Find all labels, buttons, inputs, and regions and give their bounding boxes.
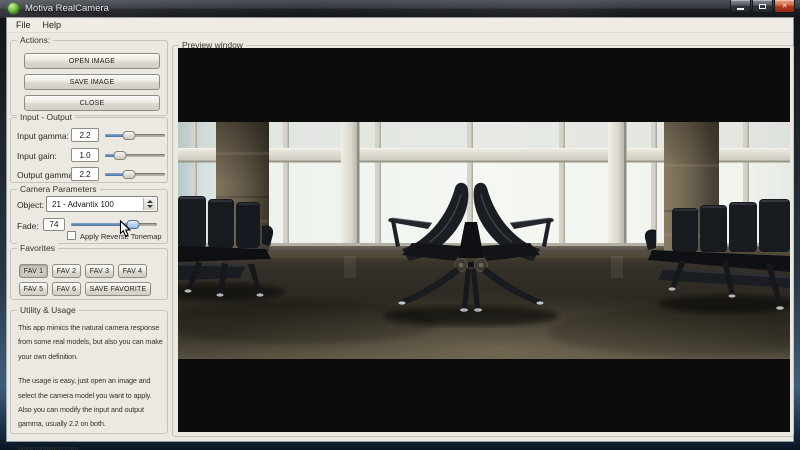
- slider-handle[interactable]: [114, 151, 127, 160]
- fade-field[interactable]: 74: [43, 218, 65, 231]
- output-gamma-label: Output gamma:: [17, 170, 76, 180]
- menu-help[interactable]: Help: [37, 19, 68, 31]
- spinner-up-icon[interactable]: [147, 200, 153, 203]
- fav4-button[interactable]: FAV 4: [118, 264, 147, 278]
- menubar: File Help: [7, 18, 793, 33]
- fav2-button[interactable]: FAV 2: [52, 264, 81, 278]
- input-gamma-slider[interactable]: [105, 131, 165, 140]
- preview-canvas[interactable]: [178, 48, 790, 432]
- input-gamma-field[interactable]: 2.2: [71, 128, 99, 142]
- close-button[interactable]: ✕: [774, 0, 795, 13]
- utility-paragraph-1: This app mimics the natural camera respo…: [18, 321, 166, 364]
- fav6-button[interactable]: FAV 6: [52, 282, 81, 296]
- preview-image: [178, 122, 790, 359]
- camera-object-select[interactable]: 21 - Advantix 100: [46, 196, 158, 212]
- fav1-button[interactable]: FAV 1: [19, 264, 48, 278]
- spinner-down-icon[interactable]: [147, 205, 153, 208]
- fav5-button[interactable]: FAV 5: [19, 282, 48, 296]
- utility-group: Utility & Usage This app mimics the natu…: [10, 310, 168, 434]
- close-icon: ✕: [782, 3, 788, 10]
- save-image-button[interactable]: SAVE IMAGE: [24, 74, 160, 90]
- minimize-button[interactable]: [730, 0, 751, 13]
- website-link[interactable]: www.motivacg.com: [18, 442, 166, 450]
- spinner-buttons[interactable]: [143, 198, 156, 210]
- camera-parameters-group: Camera Parameters Object: 21 - Advantix …: [10, 189, 168, 244]
- app-icon: [8, 3, 19, 14]
- camera-object-value: 21 - Advantix 100: [52, 197, 114, 211]
- mouse-cursor: [119, 220, 131, 238]
- actions-group-label: Actions:: [17, 35, 53, 46]
- window-controls: ✕: [729, 0, 795, 13]
- reverse-tonemap-checkbox[interactable]: [67, 231, 76, 240]
- menu-file[interactable]: File: [10, 19, 37, 31]
- output-gamma-field[interactable]: 2.2: [71, 167, 99, 181]
- close-image-button[interactable]: CLOSE: [24, 95, 160, 111]
- fade-label: Fade:: [17, 221, 39, 231]
- input-gain-field[interactable]: 1.0: [71, 148, 99, 162]
- maximize-icon: [759, 4, 766, 9]
- save-favorite-button[interactable]: SAVE FAVORITE: [85, 282, 151, 296]
- output-gamma-slider[interactable]: [105, 170, 165, 179]
- slider-handle[interactable]: [123, 170, 136, 179]
- input-output-group-label: Input - Output: [17, 112, 75, 123]
- titlebar[interactable]: Motiva RealCamera ✕: [0, 0, 800, 18]
- favorites-group: Favorites FAV 1 FAV 2 FAV 3 FAV 4 FAV 5 …: [10, 248, 168, 300]
- maximize-button[interactable]: [752, 0, 773, 13]
- actions-group: Actions: OPEN IMAGE SAVE IMAGE CLOSE: [10, 40, 168, 116]
- input-gain-slider[interactable]: [105, 151, 165, 160]
- fade-slider[interactable]: [71, 220, 157, 229]
- app-window: Motiva RealCamera ✕ File Help Actions: O…: [0, 0, 800, 450]
- utility-group-label: Utility & Usage: [17, 305, 79, 316]
- open-image-button[interactable]: OPEN IMAGE: [24, 53, 160, 69]
- input-gain-label: Input gain:: [17, 151, 57, 161]
- fav3-button[interactable]: FAV 3: [85, 264, 114, 278]
- window-title: Motiva RealCamera: [25, 3, 109, 14]
- utility-paragraph-2: The usage is easy, just open an image an…: [18, 374, 166, 432]
- camera-parameters-group-label: Camera Parameters: [17, 184, 100, 195]
- favorites-group-label: Favorites: [17, 243, 58, 254]
- utility-text: This app mimics the natural camera respo…: [18, 321, 166, 450]
- preview-group: Preview window: [172, 45, 794, 437]
- input-output-group: Input - Output Input gamma: 2.2 Input ga…: [10, 117, 168, 183]
- minimize-icon: [737, 8, 744, 10]
- slider-handle[interactable]: [123, 131, 136, 140]
- input-gamma-label: Input gamma:: [17, 131, 69, 141]
- object-label: Object:: [17, 200, 44, 210]
